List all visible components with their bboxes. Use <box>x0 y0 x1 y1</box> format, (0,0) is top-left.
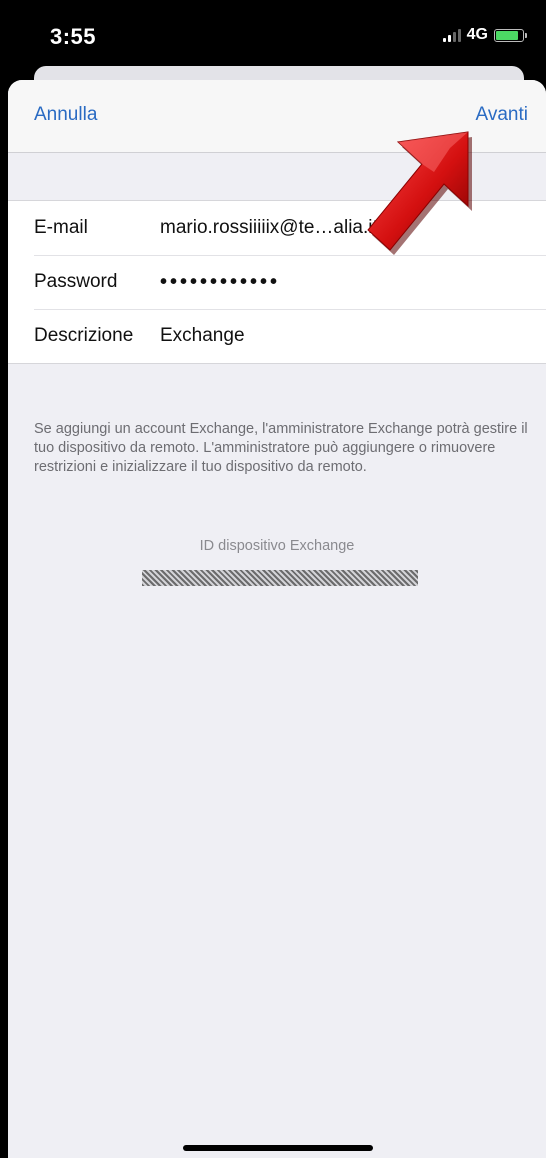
password-label: Password <box>34 271 118 292</box>
network-type-label: 4G <box>466 26 488 43</box>
home-indicator[interactable] <box>183 1145 373 1151</box>
status-indicators: 4G <box>442 26 527 44</box>
email-label: E-mail <box>34 217 88 238</box>
email-field[interactable]: mario.rossiiiiix@te…alia.it <box>160 217 378 239</box>
account-form: E-mail mario.rossiiiiix@te…alia.it Passw… <box>8 200 546 364</box>
cellular-signal-icon <box>442 28 461 42</box>
status-time: 3:55 <box>50 24 97 49</box>
cancel-button[interactable]: Annulla <box>34 104 97 126</box>
description-field[interactable]: Exchange <box>160 325 245 347</box>
battery-icon <box>494 28 527 42</box>
password-field[interactable]: •••••••••••• <box>160 271 280 294</box>
description-row[interactable]: Descrizione Exchange <box>8 309 546 363</box>
description-label: Descrizione <box>34 325 134 346</box>
navigation-bar: Annulla Avanti <box>8 80 546 153</box>
device-id-value-redacted <box>142 570 418 586</box>
email-row[interactable]: E-mail mario.rossiiiiix@te…alia.it <box>8 201 546 255</box>
next-button[interactable]: Avanti <box>476 104 528 126</box>
password-row[interactable]: Password •••••••••••• <box>8 255 546 309</box>
exchange-account-sheet: Annulla Avanti E-mail mario.rossiiiiix@t… <box>8 80 546 1158</box>
exchange-admin-note: Se aggiungi un account Exchange, l'ammin… <box>34 421 528 475</box>
device-id-caption: ID dispositivo Exchange <box>199 538 355 554</box>
